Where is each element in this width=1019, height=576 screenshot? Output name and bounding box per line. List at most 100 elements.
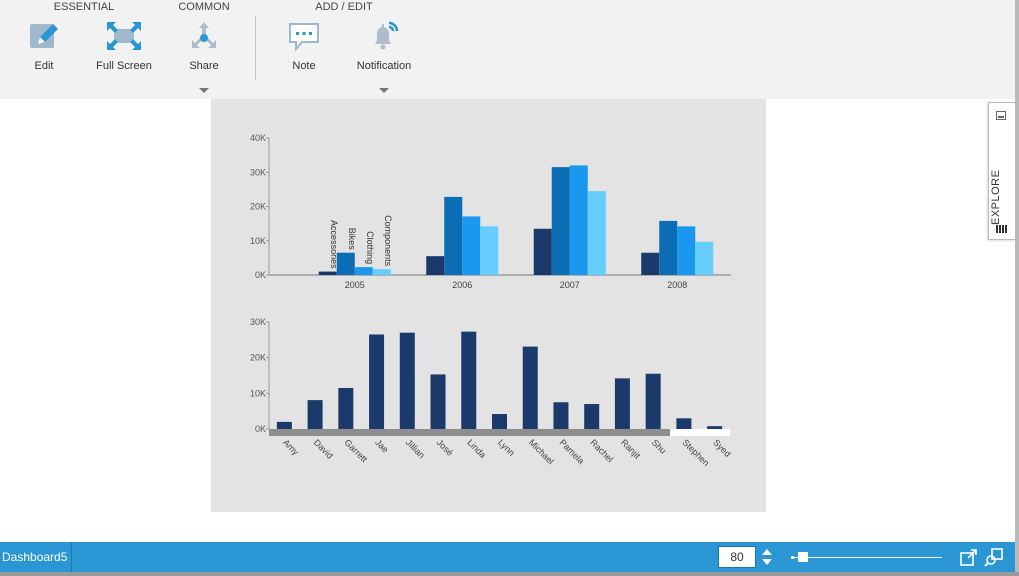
note-icon xyxy=(289,23,319,52)
y-tick-label: 30K xyxy=(250,167,266,177)
group-label-add-edit: ADD / EDIT xyxy=(315,1,373,13)
bar xyxy=(338,387,354,429)
bar xyxy=(677,226,696,275)
bar xyxy=(318,271,337,275)
edit-icon xyxy=(30,24,58,48)
notification-dropdown-arrow[interactable] xyxy=(379,88,389,93)
bar xyxy=(307,400,323,429)
x-tick-label: Jillian xyxy=(404,437,427,460)
share-dropdown-arrow[interactable] xyxy=(199,88,209,93)
explore-panel-tab[interactable]: EXPLORE xyxy=(988,102,1015,240)
bar xyxy=(695,241,714,275)
x-tick-label: Stephen xyxy=(680,437,711,468)
note-button[interactable]: Note xyxy=(264,20,344,80)
bar xyxy=(430,374,446,429)
panel-grip-icon xyxy=(996,225,1008,233)
series-label: Bikes xyxy=(347,228,357,251)
y-tick-label: 30K xyxy=(250,317,266,327)
x-tick-label: Linda xyxy=(465,437,488,460)
notification-icon xyxy=(375,21,399,50)
bar xyxy=(569,165,588,275)
x-tick-label: Shu xyxy=(650,437,668,455)
series-label: Components xyxy=(383,215,393,267)
zoom-slider-track[interactable] xyxy=(794,557,942,558)
bar xyxy=(399,332,415,429)
sales-by-employee-chart[interactable]: 0K 10K 20K 30K Amy David Garrett Jae Jillian José… xyxy=(211,312,766,487)
x-tick-label: José xyxy=(435,437,456,458)
group-label-essential: ESSENTIAL xyxy=(53,1,115,13)
ribbon-toolbar: ESSENTIAL COMMON ADD / EDIT Edit Full Sc… xyxy=(0,0,1015,99)
window-right-edge xyxy=(1015,0,1019,576)
bar xyxy=(372,269,391,275)
group-label-common: COMMON xyxy=(178,1,230,13)
sales-by-year-chart[interactable]: 0K10K20K30K40KAccessories Bikes Clothing Co… xyxy=(211,124,766,324)
x-tick-label: Amy xyxy=(281,437,301,457)
y-tick-label: 20K xyxy=(250,353,266,363)
y-tick-label: 10K xyxy=(250,388,266,398)
y-tick-label: 40K xyxy=(250,133,266,143)
bar xyxy=(551,167,570,275)
bar xyxy=(276,421,292,429)
notification-button[interactable]: Notification xyxy=(344,20,424,80)
bar xyxy=(522,346,538,429)
explore-label: EXPLORE xyxy=(990,169,1002,225)
share-icon xyxy=(192,22,216,48)
spin-down-icon[interactable] xyxy=(762,559,772,565)
x-tick-label: 2008 xyxy=(667,280,687,290)
zoom-spinner[interactable] xyxy=(761,548,773,566)
bar xyxy=(645,373,661,429)
spin-up-icon[interactable] xyxy=(762,549,772,555)
edit-button[interactable]: Edit xyxy=(4,20,84,80)
status-bar: Dashboard5 80 xyxy=(0,542,1015,572)
x-tick-label: Syed xyxy=(711,437,733,459)
notification-label: Notification xyxy=(356,60,412,72)
zoom-select-icon[interactable] xyxy=(984,547,1004,567)
x-tick-label: David xyxy=(312,437,335,460)
dashboard-name[interactable]: Dashboard5 xyxy=(0,542,72,572)
ribbon-separator xyxy=(255,16,256,80)
x-tick-label: 2005 xyxy=(345,280,365,290)
bar xyxy=(444,196,463,275)
bar xyxy=(587,191,606,275)
full-screen-label: Full Screen xyxy=(96,60,152,72)
bar xyxy=(426,256,445,275)
zoom-slider-thumb[interactable] xyxy=(797,552,808,562)
bar xyxy=(462,216,481,275)
bar xyxy=(553,402,569,429)
bar xyxy=(369,334,385,429)
y-tick-label: 20K xyxy=(250,202,266,212)
y-tick-label: 10K xyxy=(250,236,266,246)
y-tick-label: 0K xyxy=(255,270,266,280)
bar xyxy=(461,331,477,429)
edit-label: Edit xyxy=(34,60,54,72)
minimize-icon[interactable] xyxy=(996,111,1006,120)
series-label: Clothing xyxy=(365,231,375,264)
bar xyxy=(354,267,373,275)
x-tick-label: Michael xyxy=(527,437,556,466)
zoom-input[interactable]: 80 xyxy=(718,546,756,568)
y-tick-label: 0K xyxy=(255,424,266,434)
share-label: Share xyxy=(189,60,219,72)
x-tick-label: Lynn xyxy=(496,437,517,458)
fit-to-screen-icon[interactable] xyxy=(959,547,979,567)
x-tick-label: 2007 xyxy=(560,280,580,290)
bar xyxy=(707,426,723,429)
bar xyxy=(480,226,499,275)
x-tick-label: Rachel xyxy=(588,437,615,464)
full-screen-button[interactable]: Full Screen xyxy=(84,20,164,80)
bar xyxy=(336,252,355,275)
bar xyxy=(492,414,507,429)
x-tick-label: Ranjit xyxy=(619,437,643,461)
bar xyxy=(641,252,660,275)
bar xyxy=(659,220,678,275)
bar xyxy=(676,418,692,429)
x-tick-label: Pamela xyxy=(558,437,587,466)
share-button[interactable]: Share xyxy=(164,20,244,80)
window-bottom-edge xyxy=(0,572,1019,576)
bar xyxy=(533,228,552,275)
x-tick-label: Garrett xyxy=(342,437,369,464)
scrollbar-thumb[interactable] xyxy=(269,429,671,436)
note-label: Note xyxy=(292,60,316,72)
full-screen-icon xyxy=(107,22,141,50)
x-tick-label: Jae xyxy=(373,437,390,454)
